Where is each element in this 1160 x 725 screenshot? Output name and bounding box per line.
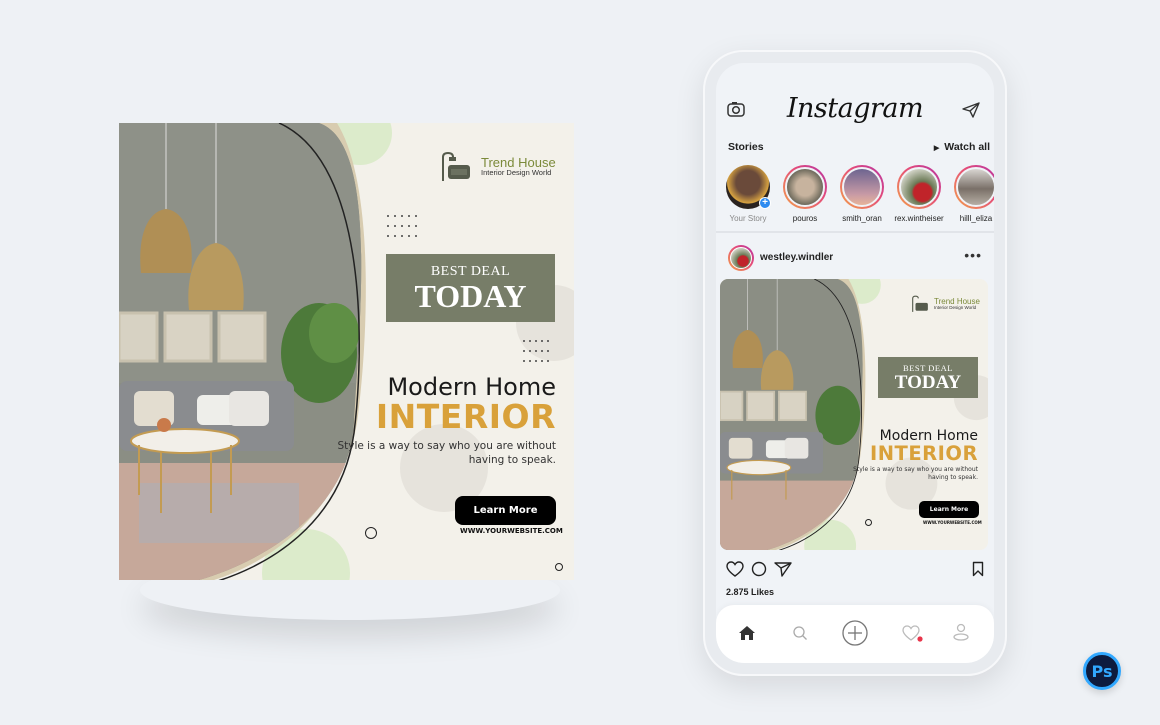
story-item[interactable]: smith_oran [840, 165, 884, 223]
sofa-lamp-icon [912, 295, 928, 312]
story-avatar: + [726, 165, 771, 209]
headline-line-2: INTERIOR [375, 397, 556, 437]
description-line-2: having to speak. [468, 454, 556, 467]
post-author-avatar[interactable] [728, 245, 754, 271]
story-name: pouros [792, 214, 818, 223]
post-headline-line-2: INTERIOR [869, 441, 978, 465]
story-avatar [840, 165, 884, 209]
add-story-icon[interactable]: + [759, 197, 771, 209]
ig-header: Instagram [716, 93, 994, 133]
stories-list: + Your Story pouros smith_oran rex.winth… [726, 165, 994, 223]
story-avatar [783, 165, 827, 209]
dot-pattern-right [523, 340, 549, 362]
ad-post-large: Trend House Interior Design World BEST D… [119, 123, 574, 580]
watch-all-link[interactable]: ▶ Watch all [934, 141, 990, 153]
brand-tagline: Interior Design World [481, 168, 552, 178]
post-website-text: WWW.YOURWEBSITE.COM [923, 520, 982, 525]
dot-pattern-top [387, 215, 417, 237]
post-description-line-1: Style is a way to say who you are withou… [853, 466, 978, 474]
heart-icon[interactable] [726, 561, 744, 577]
comment-icon[interactable] [751, 561, 767, 577]
profile-icon[interactable] [952, 623, 970, 641]
stories-label: Stories [728, 141, 764, 153]
stories-divider [716, 231, 994, 233]
watch-all-label: Watch all [944, 141, 990, 153]
post-deal-box: BEST DEAL TODAY [878, 357, 978, 398]
instagram-logo: Instagram [786, 93, 924, 124]
post-description-line-2: having to speak. [928, 474, 978, 482]
post-username[interactable]: westley.windler [760, 252, 833, 263]
learn-more-button[interactable]: Learn More [455, 496, 556, 525]
post-brand-tagline: Interior Design World [934, 304, 977, 310]
play-icon: ▶ [933, 145, 940, 152]
coffee-table [130, 428, 240, 454]
story-item[interactable]: pouros [783, 165, 827, 223]
deal-large-text: TODAY [414, 278, 527, 314]
phone-mockup: Instagram Stories ▶ Watch all + Your Stor… [703, 50, 1007, 676]
deco-ring-2 [555, 563, 563, 571]
instagram-screen: Instagram Stories ▶ Watch all + Your Stor… [716, 63, 994, 663]
headline: Modern Home INTERIOR Style is a way to s… [296, 374, 556, 468]
bottom-nav [716, 605, 994, 663]
story-item[interactable]: + Your Story [726, 165, 771, 223]
post-deal-large: TODAY [894, 372, 962, 393]
post-brand-logo: Trend House Interior Design World [910, 295, 980, 313]
more-dots-icon[interactable]: ••• [964, 247, 982, 263]
story-name: hilll_eliza [959, 214, 993, 223]
story-name: Your Story [729, 214, 767, 223]
notification-dot [917, 636, 923, 642]
story-avatar [954, 165, 994, 209]
story-avatar [897, 165, 941, 209]
description-line-1: Style is a way to say who you are withou… [337, 440, 556, 453]
story-name: rex.wintheiser [894, 214, 944, 223]
post-actions [726, 561, 984, 579]
home-icon[interactable] [738, 625, 756, 641]
send-icon[interactable] [962, 102, 980, 118]
share-icon[interactable] [774, 561, 792, 577]
story-item[interactable]: hilll_eliza [954, 165, 994, 223]
activity-heart-icon[interactable] [902, 625, 924, 643]
photoshop-badge: Ps [1083, 652, 1121, 690]
sofa-lamp-icon [442, 151, 470, 181]
add-post-icon[interactable] [842, 620, 868, 646]
bookmark-icon[interactable] [972, 561, 984, 577]
deco-ring-1 [365, 527, 377, 539]
brand-logo: Trend House Interior Design World [439, 151, 556, 183]
post-header: westley.windler ••• [728, 245, 988, 273]
post-headline: Modern Home INTERIOR Style is a way to s… [818, 429, 978, 482]
story-item[interactable]: rex.wintheiser [894, 165, 944, 223]
story-name: smith_oran [842, 214, 882, 223]
post-deco-ring [865, 519, 872, 526]
deal-box: BEST DEAL TODAY [386, 254, 555, 322]
post-learn-more-button[interactable]: Learn More [919, 501, 979, 518]
search-icon[interactable] [792, 625, 808, 641]
website-text: WWW.YOURWEBSITE.COM [460, 527, 563, 535]
likes-count: 2.875 Likes [726, 587, 775, 597]
post-image[interactable]: Trend House Interior Design World BEST D… [720, 279, 988, 550]
